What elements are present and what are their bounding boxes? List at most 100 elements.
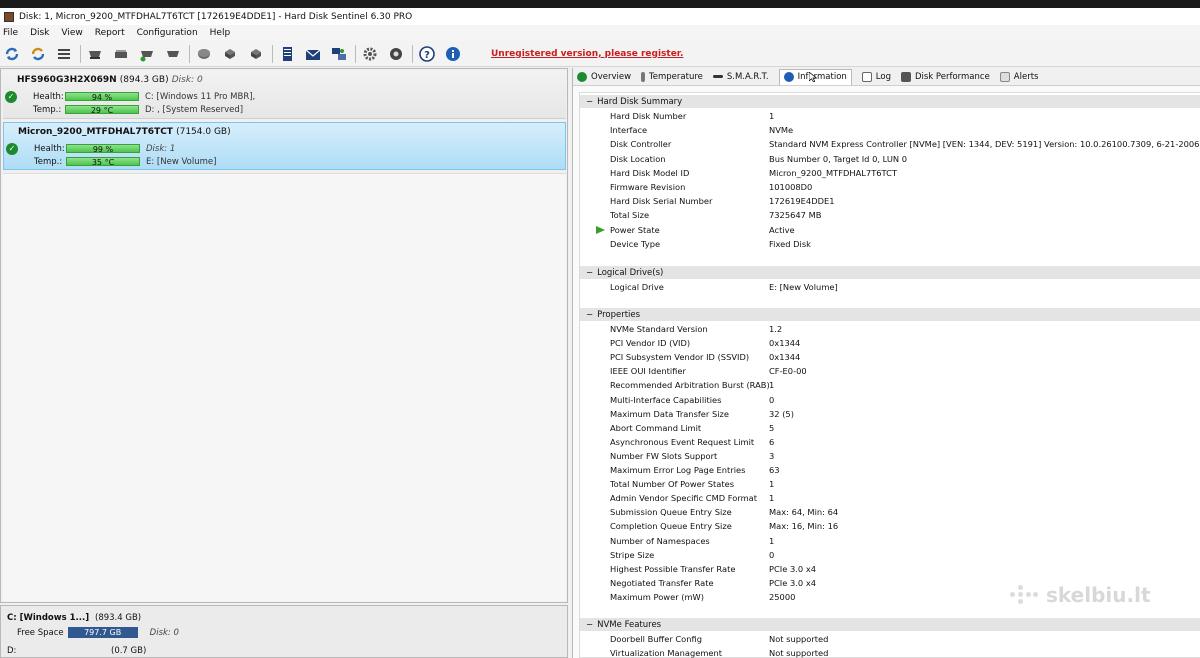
info-value: Standard NVM Express Controller [NVMe] [… bbox=[769, 139, 1200, 150]
menu-view[interactable]: View bbox=[61, 28, 82, 38]
info-row[interactable]: Doorbell Buffer Config Not supported bbox=[580, 632, 1200, 646]
info-row[interactable]: Completion Queue Entry Size Max: 16, Min:… bbox=[580, 519, 1200, 533]
info-key: IEEE OUI Identifier bbox=[610, 366, 686, 377]
tab-overview[interactable]: Overview bbox=[577, 69, 631, 85]
info-value: 0 bbox=[769, 549, 775, 560]
info-key: Hard Disk Serial Number bbox=[610, 196, 713, 207]
info-value: 7325647 MB bbox=[769, 210, 822, 221]
network-icon[interactable] bbox=[329, 44, 349, 64]
disk-size: (894.3 GB) bbox=[119, 75, 169, 85]
drive-sync-icon[interactable] bbox=[111, 44, 131, 64]
help-icon[interactable]: ? bbox=[417, 44, 437, 64]
info-row[interactable]: Hard Disk Number 1 bbox=[580, 109, 1200, 123]
disk-icon[interactable] bbox=[194, 44, 214, 64]
info-row[interactable]: IEEE OUI Identifier CF-E0-00 bbox=[580, 364, 1200, 378]
drive-check-2-icon[interactable] bbox=[163, 44, 183, 64]
menu-report[interactable]: Report bbox=[95, 28, 125, 38]
drive-icon[interactable] bbox=[85, 44, 105, 64]
refresh-icon[interactable] bbox=[2, 44, 22, 64]
info-row[interactable]: Device Type Fixed Disk bbox=[580, 237, 1200, 251]
menu-file[interactable]: File bbox=[3, 28, 18, 38]
tab-temperature[interactable]: Temperature bbox=[641, 69, 703, 85]
info-row[interactable]: Interface NVMe bbox=[580, 123, 1200, 137]
info-row[interactable]: Logical Drive E: [New Volume] bbox=[580, 280, 1200, 294]
info-key: Virtualization Management bbox=[610, 648, 723, 658]
info-row[interactable]: Total Size 7325647 MB bbox=[580, 208, 1200, 222]
partition-size: (893.4 GB) bbox=[95, 612, 142, 623]
mail-icon[interactable] bbox=[303, 44, 323, 64]
tab-log[interactable]: Log bbox=[861, 69, 891, 85]
info-value: 0x1344 bbox=[769, 338, 801, 349]
info-key: Stripe Size bbox=[610, 549, 655, 560]
info-key: Completion Queue Entry Size bbox=[610, 521, 732, 532]
collapse-icon: − bbox=[586, 619, 594, 630]
info-key: Hard Disk Model ID bbox=[610, 167, 690, 178]
tab-alerts[interactable]: Alerts bbox=[999, 69, 1038, 85]
disk-3-icon[interactable] bbox=[246, 44, 266, 64]
info-row[interactable]: Disk Controller Standard NVM Express Cont… bbox=[580, 137, 1200, 151]
info-row[interactable]: Maximum Data Transfer Size 32 (5) bbox=[580, 407, 1200, 421]
partition-pane: C: [Windows 1...] (893.4 GB) Free Space … bbox=[0, 605, 568, 658]
info-row[interactable]: Number FW Slots Support 3 bbox=[580, 449, 1200, 463]
info-row[interactable]: Stripe Size 0 bbox=[580, 548, 1200, 562]
disk-2-icon[interactable] bbox=[220, 44, 240, 64]
drive-check-icon[interactable] bbox=[137, 44, 157, 64]
info-row[interactable]: Multi-Interface Capabilities 0 bbox=[580, 393, 1200, 407]
info-row[interactable]: Number of Namespaces 1 bbox=[580, 534, 1200, 548]
info-row[interactable]: PCI Subsystem Vendor ID (SSVID) 0x1344 bbox=[580, 350, 1200, 364]
info-row[interactable]: Hard Disk Serial Number 172619E4DDE1 bbox=[580, 194, 1200, 208]
info-row[interactable]: Firmware Revision 101008D0 bbox=[580, 180, 1200, 194]
tab-label: S.M.A.R.T. bbox=[726, 71, 769, 82]
unregistered-link[interactable]: Unregistered version, please register. bbox=[491, 49, 683, 59]
info-row[interactable]: Asynchronous Event Request Limit 6 bbox=[580, 435, 1200, 449]
toolbar-separator bbox=[412, 44, 413, 63]
svg-text:?: ? bbox=[424, 50, 430, 61]
disk-entry-0[interactable]: HFS960G3H2X069N (894.3 GB) Disk: 0 ✓ Hea… bbox=[3, 71, 566, 119]
info-row[interactable]: Submission Queue Entry Size Max: 64, Min:… bbox=[580, 505, 1200, 519]
info-row[interactable]: PCI Vendor ID (VID) 0x1344 bbox=[580, 336, 1200, 350]
section-properties[interactable]: − Properties bbox=[580, 308, 1200, 321]
temp-label: Temp.: bbox=[34, 156, 63, 167]
info-row[interactable]: Total Number Of Power States 1 bbox=[580, 477, 1200, 491]
info-row[interactable]: Highest Possible Transfer Rate PCIe 3.0 x… bbox=[580, 562, 1200, 576]
info-row[interactable]: NVMe Standard Version 1.2 bbox=[580, 322, 1200, 336]
info-row[interactable]: Disk Location Bus Number 0, Target Id 0, … bbox=[580, 152, 1200, 166]
info-row[interactable]: Maximum Error Log Page Entries 63 bbox=[580, 463, 1200, 477]
info-value: 1 bbox=[769, 111, 775, 121]
info-key: Asynchronous Event Request Limit bbox=[610, 436, 755, 447]
info-row[interactable]: Hard Disk Model ID Micron_9200_MTFDHAL7T6… bbox=[580, 166, 1200, 180]
temp-row: Temp.: 29 °C D: , [System Reserved] bbox=[33, 104, 243, 116]
tab-smart[interactable]: S.M.A.R.T. bbox=[712, 69, 769, 85]
section-hard-disk-summary[interactable]: − Hard Disk Summary bbox=[580, 95, 1200, 108]
section-nvme-features[interactable]: − NVMe Features bbox=[580, 618, 1200, 631]
menu-configuration[interactable]: Configuration bbox=[137, 28, 198, 38]
info-icon bbox=[783, 72, 794, 82]
health-bar: 99 % bbox=[66, 144, 140, 154]
refresh-all-icon[interactable] bbox=[28, 44, 48, 64]
gear-icon[interactable] bbox=[360, 44, 380, 64]
menu-help[interactable]: Help bbox=[210, 28, 231, 38]
thermometer-icon bbox=[641, 71, 646, 82]
info-row[interactable]: Recommended Arbitration Burst (RAB) 1 bbox=[580, 378, 1200, 392]
partition-row-c[interactable]: C: [Windows 1...] (893.4 GB) bbox=[7, 611, 141, 624]
list-icon[interactable] bbox=[54, 44, 74, 64]
watermark-logo-icon bbox=[1010, 585, 1038, 605]
info-key: Maximum Data Transfer Size bbox=[610, 408, 729, 419]
tab-disk-performance[interactable]: Disk Performance bbox=[900, 69, 990, 85]
info-row[interactable]: Virtualization Management Not supported bbox=[580, 646, 1200, 658]
toolbar-separator bbox=[272, 44, 273, 63]
settings-2-icon[interactable] bbox=[386, 44, 406, 64]
info-key: Highest Possible Transfer Rate bbox=[610, 563, 736, 574]
partition-row-d[interactable]: D: (0.7 GB) bbox=[7, 644, 146, 657]
disk-entry-1[interactable]: Micron_9200_MTFDHAL7T6TCT (7154.0 GB) ✓ … bbox=[3, 122, 566, 170]
disk-number: Disk: 1 bbox=[146, 143, 176, 154]
report-icon[interactable] bbox=[277, 44, 297, 64]
title-bar: Disk: 1, Micron_9200_MTFDHAL7T6TCT [1726… bbox=[0, 8, 1200, 25]
info-icon[interactable] bbox=[443, 44, 463, 64]
info-row[interactable]: Abort Command Limit 5 bbox=[580, 421, 1200, 435]
info-key: Submission Queue Entry Size bbox=[610, 507, 732, 518]
info-row[interactable]: Admin Vendor Specific CMD Format 1 bbox=[580, 491, 1200, 505]
info-row[interactable]: Power State Active bbox=[580, 223, 1200, 237]
section-logical-drives[interactable]: − Logical Drive(s) bbox=[580, 266, 1200, 279]
menu-disk[interactable]: Disk bbox=[30, 28, 49, 38]
